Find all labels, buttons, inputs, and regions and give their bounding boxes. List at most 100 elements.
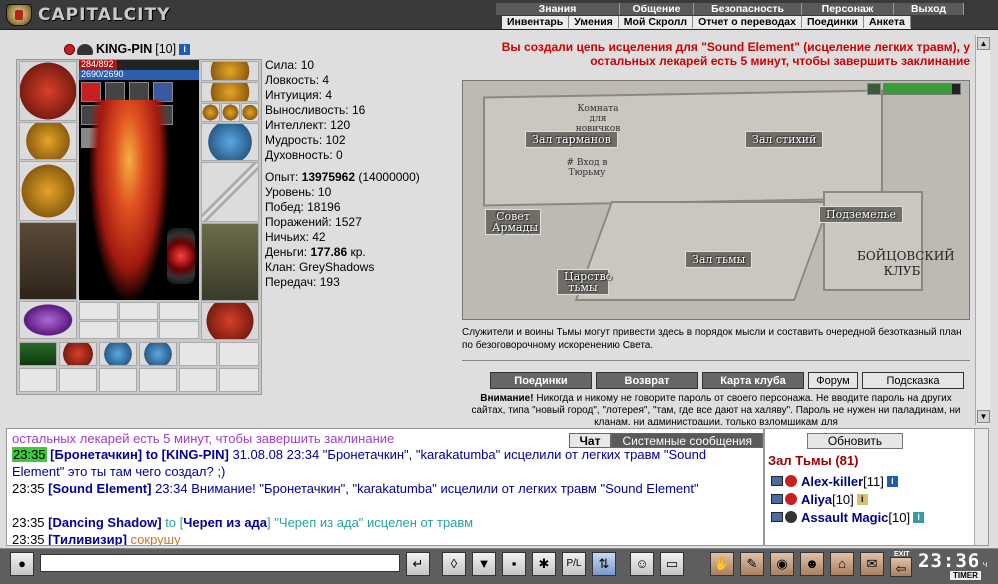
earring-slot[interactable] — [201, 61, 259, 81]
character-avatar[interactable]: 284/892 2690/2690 — [79, 60, 199, 300]
menu-skills[interactable]: Умения — [569, 16, 619, 28]
return-button[interactable]: Возврат — [596, 372, 698, 389]
main-scrollbar[interactable]: ▲ ▼ — [975, 35, 990, 425]
rune-slot-5[interactable] — [119, 321, 158, 339]
pants-slot[interactable] — [201, 223, 259, 301]
online-user[interactable]: Aliya [10] i — [771, 491, 868, 507]
friends-icon[interactable]: ☻ — [800, 552, 824, 576]
user-nick[interactable]: Assault Magic — [801, 510, 888, 525]
online-user[interactable]: Assault Magic [10] i — [771, 509, 925, 525]
chat-to[interactable]: to [KING-PIN] — [146, 447, 229, 462]
effect-slot-4[interactable] — [153, 82, 173, 102]
clear-icon[interactable]: ▭ — [660, 552, 684, 576]
refresh-button[interactable]: Обновить — [807, 433, 903, 449]
scroll-slot-5[interactable] — [179, 342, 217, 366]
map-room-council[interactable]: Совет Армады — [485, 209, 541, 235]
chat-panel[interactable]: Чат Системные сообщения остальных лекаре… — [6, 428, 764, 546]
skills-icon[interactable]: ✎ — [740, 552, 764, 576]
belt-slot[interactable] — [19, 301, 77, 339]
ring-slot-2[interactable] — [221, 103, 240, 122]
hint-button[interactable]: Подсказка — [862, 372, 964, 389]
menu-communication[interactable]: Общение — [620, 3, 694, 15]
menu-profile[interactable]: Анкета — [863, 16, 911, 28]
helmet-slot[interactable] — [19, 61, 77, 121]
scroll-slot-7[interactable] — [19, 368, 57, 392]
info-icon[interactable]: i — [179, 43, 191, 55]
scroll-slot-6[interactable] — [219, 342, 259, 366]
effect-slot-3[interactable] — [129, 82, 149, 102]
menu-character[interactable]: Персонаж — [802, 3, 894, 15]
chat-time[interactable]: 23:35 — [12, 481, 45, 496]
boots-slot[interactable] — [201, 302, 259, 340]
menu-battles[interactable]: Поединки — [801, 16, 864, 28]
user-nick[interactable]: Alex-killer — [801, 474, 863, 489]
timer-label[interactable]: TIMER — [950, 571, 981, 580]
map-room-tarmans[interactable]: Зал тарманов — [525, 131, 618, 148]
chat-nick[interactable]: [Dancing Shadow] — [48, 515, 161, 530]
chat-time[interactable]: 23:35 — [12, 532, 45, 545]
filter-icon[interactable]: ▼ — [472, 552, 496, 576]
gloves-slot[interactable] — [201, 123, 259, 161]
shield-slot[interactable] — [201, 162, 259, 222]
scroll-slot-4[interactable] — [139, 342, 177, 366]
exit-icon[interactable]: ⇦ — [890, 557, 912, 577]
rune-slot-6[interactable] — [159, 321, 199, 339]
chat-to-nick[interactable]: Череп из ада — [183, 515, 267, 530]
scroll-slot-8[interactable] — [59, 368, 97, 392]
logo[interactable]: CAPITALCITY — [6, 4, 170, 26]
effect-slot-1[interactable] — [81, 82, 101, 102]
lock-icon[interactable]: ⌂ — [830, 552, 854, 576]
clan-icon[interactable] — [77, 43, 93, 55]
menu-my-scroll[interactable]: Мой Скролл — [618, 16, 694, 28]
user-private-icon[interactable] — [771, 512, 783, 522]
armor-slot[interactable] — [19, 222, 77, 300]
user-nick[interactable]: Aliya — [801, 492, 832, 507]
ring-slot-1[interactable] — [201, 103, 220, 122]
scroll-slot-12[interactable] — [219, 368, 259, 392]
club-map-button[interactable]: Карта клуба — [702, 372, 804, 389]
eraser-icon[interactable]: ◊ — [442, 552, 466, 576]
scroll-lock-icon[interactable]: ⇅ — [592, 552, 616, 576]
menu-transfer-report[interactable]: Отчет о переводах — [693, 16, 802, 28]
scroll-slot-1[interactable] — [19, 342, 57, 366]
weapon-slot[interactable] — [19, 161, 77, 221]
send-icon[interactable]: ↵ — [406, 552, 430, 576]
inventory-icon[interactable]: ✋ — [710, 552, 734, 576]
rune-slot-4[interactable] — [79, 321, 118, 339]
bracer-slot[interactable] — [19, 122, 77, 160]
chat-nick[interactable]: [Тиливизир] — [48, 532, 127, 545]
rune-slot-1[interactable] — [79, 302, 118, 320]
rune-slot-3[interactable] — [159, 302, 199, 320]
info-icon[interactable]: i — [913, 511, 925, 523]
chat-input[interactable] — [40, 554, 400, 572]
effect-slot-2[interactable] — [105, 82, 125, 102]
scroll-slot-10[interactable] — [139, 368, 177, 392]
menu-security[interactable]: Безопасность — [694, 3, 802, 15]
scroll-up-icon[interactable]: ▲ — [977, 37, 990, 50]
user-private-icon[interactable] — [771, 494, 783, 504]
translit-icon[interactable]: ✱ — [532, 552, 556, 576]
ring-slot-3[interactable] — [241, 103, 259, 122]
map-room-prison[interactable]: # Вход в Тюрьму — [557, 157, 617, 179]
chat-mode-icon[interactable]: ● — [10, 552, 34, 576]
menu-knowledge[interactable]: Знания — [496, 3, 620, 15]
online-user[interactable]: Alex-killer [11] i — [771, 473, 898, 489]
battles-button[interactable]: Поединки — [490, 372, 592, 389]
info-panel-icon[interactable]: ◉ — [770, 552, 794, 576]
chat-time[interactable]: 23:35 — [12, 447, 47, 462]
alignment-icon[interactable] — [64, 43, 75, 55]
save-icon[interactable]: ▪ — [502, 552, 526, 576]
scroll-slot-9[interactable] — [99, 368, 137, 392]
map-room-dungeon[interactable]: Подземелье — [819, 206, 904, 223]
map-room-darkness[interactable]: Зал тьмы — [685, 251, 753, 268]
scroll-slot-3[interactable] — [99, 342, 137, 366]
scroll-down-icon[interactable]: ▼ — [977, 410, 990, 423]
map-room-storm[interactable]: Зал стихий — [745, 131, 824, 148]
map-refresh-icon[interactable] — [867, 83, 881, 95]
chat-time[interactable]: 23:35 — [12, 515, 45, 530]
smiley-icon[interactable]: ☺ — [630, 552, 654, 576]
scroll-slot-11[interactable] — [179, 368, 217, 392]
map-room-kingdom[interactable]: Царство тьмы — [557, 269, 612, 295]
user-private-icon[interactable] — [771, 476, 783, 486]
menu-exit[interactable]: Выход — [894, 3, 964, 15]
